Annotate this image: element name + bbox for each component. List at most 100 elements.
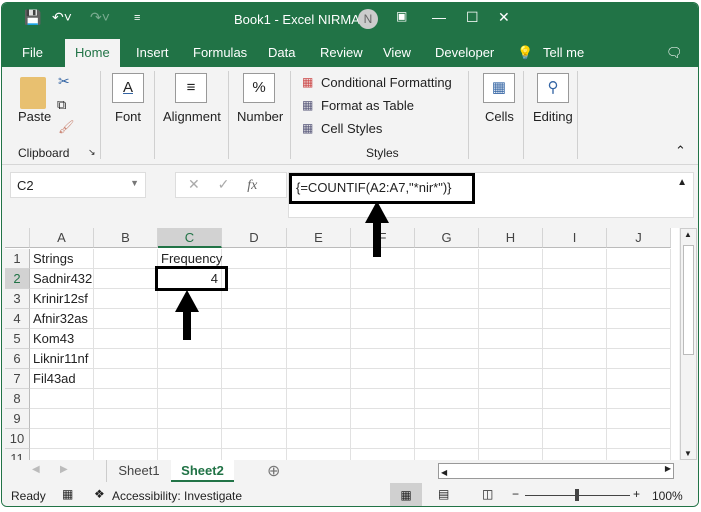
cell-D8[interactable]	[222, 389, 287, 409]
cell-H3[interactable]	[479, 289, 543, 309]
dialog-launcher-icon[interactable]: ↘	[88, 147, 96, 158]
cell-I5[interactable]	[543, 329, 607, 349]
cell-B8[interactable]	[94, 389, 158, 409]
cell-A2[interactable]: Sadnir432	[30, 269, 94, 289]
normal-view-icon[interactable]: ▦	[390, 483, 422, 506]
row-header-10[interactable]: 10	[5, 429, 30, 449]
cell-G7[interactable]	[415, 369, 479, 389]
format-as-table-button[interactable]: Format as Table	[321, 98, 414, 113]
enter-icon[interactable]: ✓	[218, 176, 230, 192]
cell-A3[interactable]: Krinir12sf	[30, 289, 94, 309]
cell-J9[interactable]	[607, 409, 671, 429]
zoom-level[interactable]: 100%	[652, 489, 683, 503]
cell-G8[interactable]	[415, 389, 479, 409]
find-icon[interactable]: ⚲	[537, 73, 569, 103]
row-header-7[interactable]: 7	[5, 369, 30, 389]
font-button[interactable]: Font	[115, 109, 141, 124]
accessibility-icon[interactable]: ❖	[94, 487, 105, 501]
row-header-9[interactable]: 9	[5, 409, 30, 429]
cell-B5[interactable]	[94, 329, 158, 349]
column-header-E[interactable]: E	[287, 228, 351, 248]
cell-G9[interactable]	[415, 409, 479, 429]
cell-I1[interactable]	[543, 249, 607, 269]
cell-J10[interactable]	[607, 429, 671, 449]
cell-C6[interactable]	[158, 349, 222, 369]
collapse-formula-icon[interactable]: ▲	[677, 177, 687, 188]
undo-icon[interactable]: ↶˅	[52, 9, 72, 26]
row-header-5[interactable]: 5	[5, 329, 30, 349]
column-header-B[interactable]: B	[94, 228, 158, 248]
cell-J6[interactable]	[607, 349, 671, 369]
cell-D1[interactable]	[222, 249, 287, 269]
cell-I4[interactable]	[543, 309, 607, 329]
font-icon[interactable]: A	[112, 73, 144, 103]
cell-J2[interactable]	[607, 269, 671, 289]
close-icon[interactable]: ✕	[498, 9, 510, 26]
formula-input[interactable]: {=COUNTIF(A2:A7,"*nir*")} ▲	[288, 172, 694, 218]
minimize-icon[interactable]: —	[432, 9, 446, 25]
cell-G6[interactable]	[415, 349, 479, 369]
row-header-1[interactable]: 1	[5, 249, 30, 269]
avatar[interactable]: N	[358, 9, 378, 29]
column-header-C[interactable]: C	[158, 228, 222, 248]
cell-B6[interactable]	[94, 349, 158, 369]
number-icon[interactable]: %	[243, 73, 275, 103]
tab-view[interactable]: View	[383, 45, 411, 60]
paste-button[interactable]: Paste	[18, 109, 51, 124]
accessibility-status[interactable]: Accessibility: Investigate	[112, 489, 242, 503]
cell-A6[interactable]: Liknir11nf	[30, 349, 94, 369]
cell-E4[interactable]	[287, 309, 351, 329]
cell-B3[interactable]	[94, 289, 158, 309]
column-header-J[interactable]: J	[607, 228, 671, 248]
cell-D6[interactable]	[222, 349, 287, 369]
cell-F5[interactable]	[351, 329, 415, 349]
number-button[interactable]: Number	[237, 109, 283, 124]
zoom-in-icon[interactable]: +	[633, 487, 640, 501]
column-header-G[interactable]: G	[415, 228, 479, 248]
tab-review[interactable]: Review	[320, 45, 363, 60]
new-sheet-icon[interactable]: ⊕	[267, 461, 280, 481]
cell-D2[interactable]	[222, 269, 287, 289]
cell-F11[interactable]	[351, 449, 415, 460]
zoom-out-icon[interactable]: −	[512, 487, 519, 501]
cell-G5[interactable]	[415, 329, 479, 349]
worksheet-grid[interactable]: A B C D E F G H I J 1 Strings Frequency 2 Sadnir432 4 3 K…	[5, 228, 679, 460]
alignment-icon[interactable]: ≡	[175, 73, 207, 103]
conditional-formatting-button[interactable]: Conditional Formatting	[321, 75, 452, 90]
cell-J8[interactable]	[607, 389, 671, 409]
editing-button[interactable]: Editing	[533, 109, 573, 124]
cell-E10[interactable]	[287, 429, 351, 449]
macro-record-icon[interactable]: ▦	[62, 487, 73, 501]
cells-icon[interactable]: ▦	[483, 73, 515, 103]
cell-F3[interactable]	[351, 289, 415, 309]
cell-C11[interactable]	[158, 449, 222, 460]
sheet-tab-sheet2[interactable]: Sheet2	[171, 460, 234, 482]
tell-me-search[interactable]: Tell me	[543, 45, 584, 60]
cells-button[interactable]: Cells	[485, 109, 514, 124]
cell-C7[interactable]	[158, 369, 222, 389]
cell-A5[interactable]: Kom43	[30, 329, 94, 349]
cell-G1[interactable]	[415, 249, 479, 269]
cell-D11[interactable]	[222, 449, 287, 460]
select-all[interactable]	[5, 228, 30, 248]
cell-J1[interactable]	[607, 249, 671, 269]
cell-A4[interactable]: Afnir32as	[30, 309, 94, 329]
cell-H4[interactable]	[479, 309, 543, 329]
vertical-scrollbar[interactable]: ▲ ▼	[680, 228, 697, 460]
scroll-thumb[interactable]	[683, 245, 694, 355]
tab-insert[interactable]: Insert	[136, 45, 169, 60]
cut-icon[interactable]: ✂	[58, 73, 70, 90]
cell-A8[interactable]	[30, 389, 94, 409]
cell-F6[interactable]	[351, 349, 415, 369]
cell-D7[interactable]	[222, 369, 287, 389]
cell-B11[interactable]	[94, 449, 158, 460]
cell-E2[interactable]	[287, 269, 351, 289]
cell-A1[interactable]: Strings	[30, 249, 94, 269]
cell-J5[interactable]	[607, 329, 671, 349]
tab-developer[interactable]: Developer	[435, 45, 494, 60]
cell-G10[interactable]	[415, 429, 479, 449]
cell-H8[interactable]	[479, 389, 543, 409]
cell-I10[interactable]	[543, 429, 607, 449]
customize-qat-icon[interactable]: ≡	[134, 12, 140, 24]
tab-data[interactable]: Data	[268, 45, 295, 60]
